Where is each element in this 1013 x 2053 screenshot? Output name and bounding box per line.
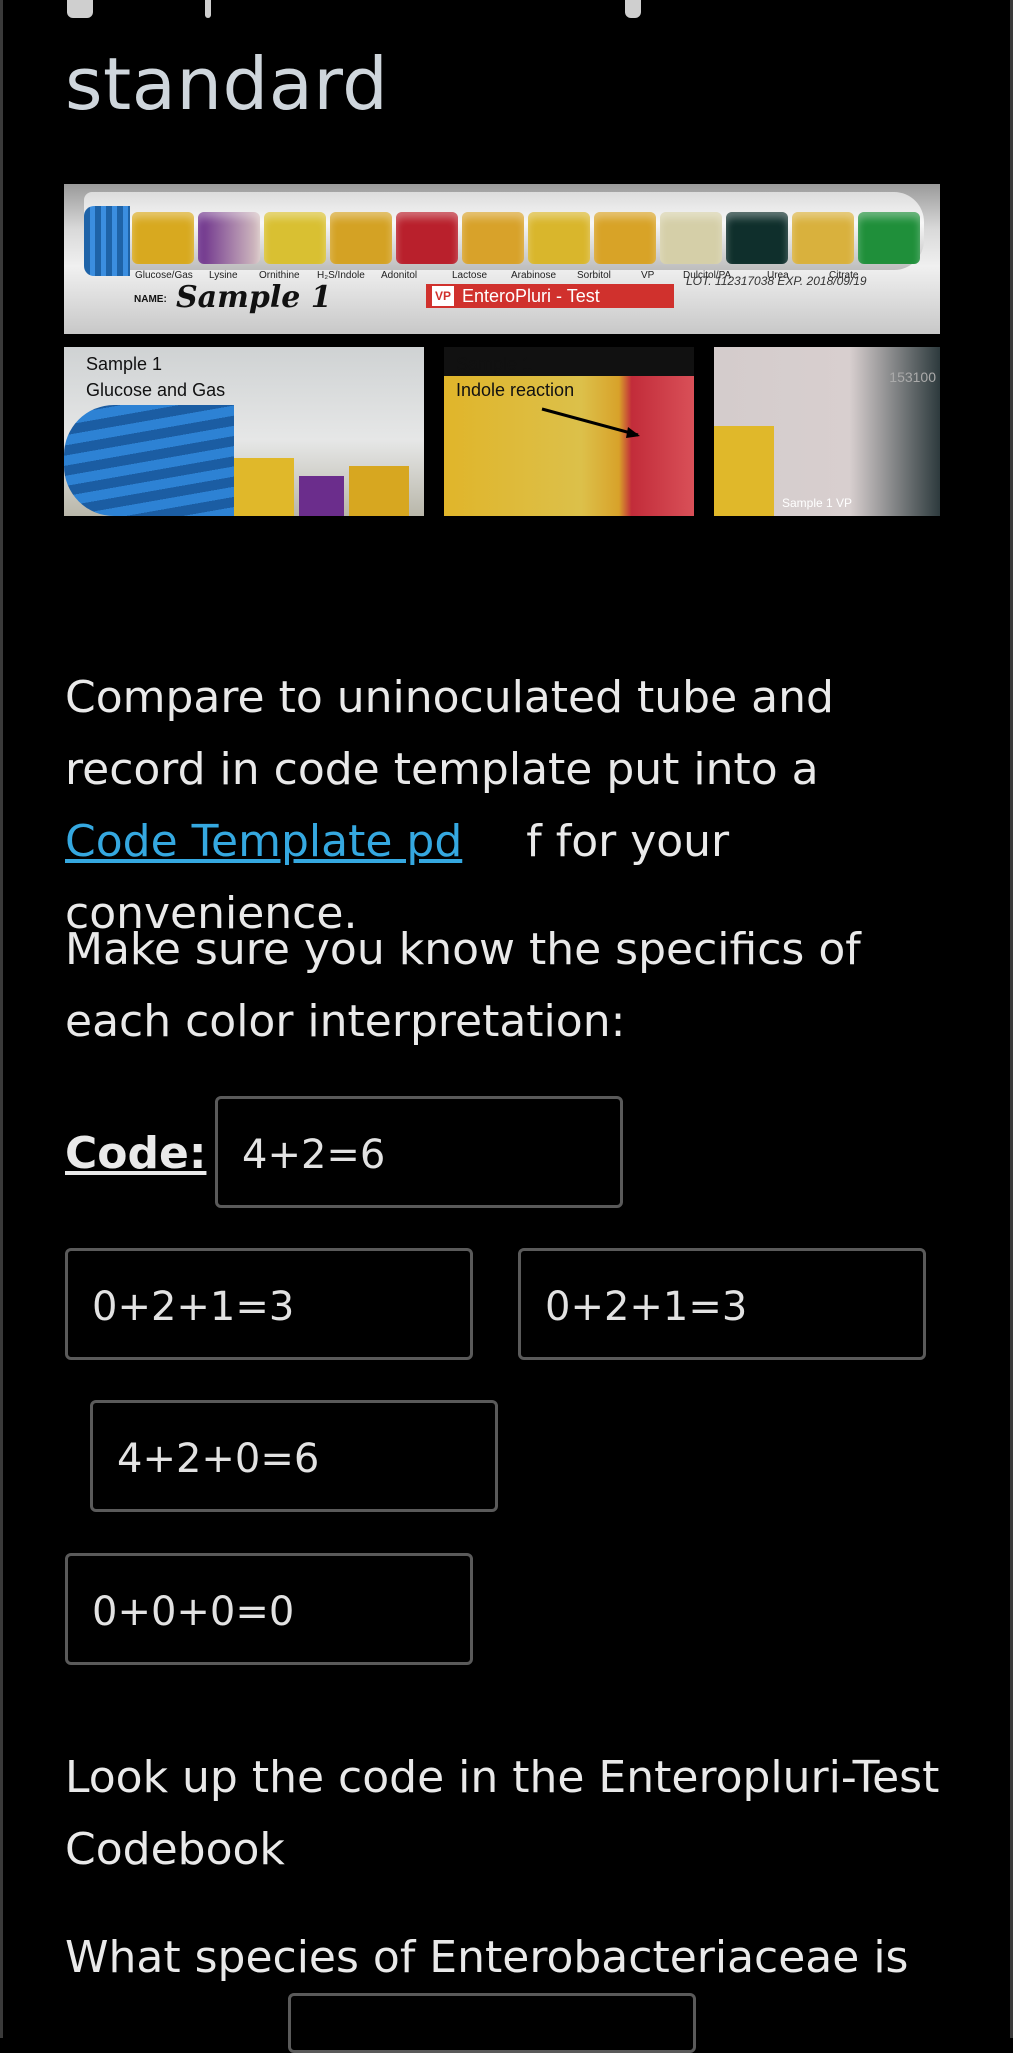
code-answer-box[interactable]: 0+2+1=3 [65,1248,473,1360]
chamber-label: Sorbitol [577,270,611,281]
chamber [792,212,854,264]
vp-photo: 153100 Sample 1 VP [714,347,940,516]
instruction-text: Compare to uninoculated tube and record … [65,672,834,795]
lot-expiry-text: LOT. 112317038 EXP. 2018/09/19 [686,274,867,288]
blue-cap [64,405,234,516]
instruction-paragraph: Compare to uninoculated tube and record … [65,662,945,950]
species-question: What species of Enterobacteriaceae is [65,1932,909,1983]
chamber [594,212,656,264]
code-answer-box[interactable]: 4+2+0=6 [90,1400,498,1512]
tube-body [84,192,924,276]
color-interpretation-paragraph: Make sure you know the specifics of each… [65,924,861,1047]
panel-caption-line: Indole reaction [456,380,575,400]
chamber [462,212,524,264]
chamber [330,212,392,264]
code-template-link[interactable]: Code Template pd [65,816,462,867]
chamber-label: Arabinose [511,270,557,281]
code-answer-box[interactable]: 0+2+1=3 [518,1248,926,1360]
chamber [660,212,722,264]
panel-caption-line: Sample 1 [86,354,163,374]
page-title: standard [65,42,389,126]
left-frame-edge [0,0,3,2038]
enteropluri-image: Glucose/Gas Lysine Ornithine H₂S/Indole … [64,184,940,516]
brand-logo-icon: VP [432,286,454,306]
chamber [264,212,326,264]
chamber [726,212,788,264]
indole-reaction-photo: Sample 1 Indole reaction [444,347,694,516]
chamber [858,212,920,264]
yellow-chamber [234,458,294,516]
purple-chamber [299,476,344,516]
panel-caption-line: Glucose and Gas [86,380,226,400]
chamber [396,212,458,264]
panel-caption-line: Sample 1 [456,354,533,374]
arrow-icon [541,407,640,438]
chamber-label: VP [641,270,655,281]
tube-number-text: 153100 [889,369,936,385]
codebook-paragraph: Look up the code in the Enteropluri-Test… [65,1752,940,1875]
brand-text: EnteroPluri - Test [462,286,600,306]
chamber-label: Lactose [452,270,488,281]
glucose-gas-photo: Sample 1 Glucose and Gas [64,347,424,516]
name-field-label: NAME: [134,294,167,305]
panel-caption: Sample 1 VP [782,496,853,510]
clipped-heading-fragment [65,0,665,18]
panel-caption: Sample 1 Indole reaction [456,351,574,403]
code-answer-box[interactable]: 4+2=6 [215,1096,623,1208]
tube-strip-photo: Glucose/Gas Lysine Ornithine H₂S/Indole … [64,184,940,334]
chamber [198,212,260,264]
chamber [528,212,590,264]
yellow-chamber [349,466,409,516]
panel-caption: Sample 1 Glucose and Gas [86,351,225,403]
code-answer-box[interactable]: 0+0+0=0 [65,1553,473,1665]
chamber-label: Adonitol [381,270,418,281]
yellow-chamber [714,426,774,516]
handwritten-sample-name: Sample 1 [176,280,332,315]
species-answer-box[interactable] [288,1993,696,2053]
brand-label: VP EnteroPluri - Test [426,284,674,308]
code-label: Code: [65,1128,207,1179]
chamber [132,212,194,264]
